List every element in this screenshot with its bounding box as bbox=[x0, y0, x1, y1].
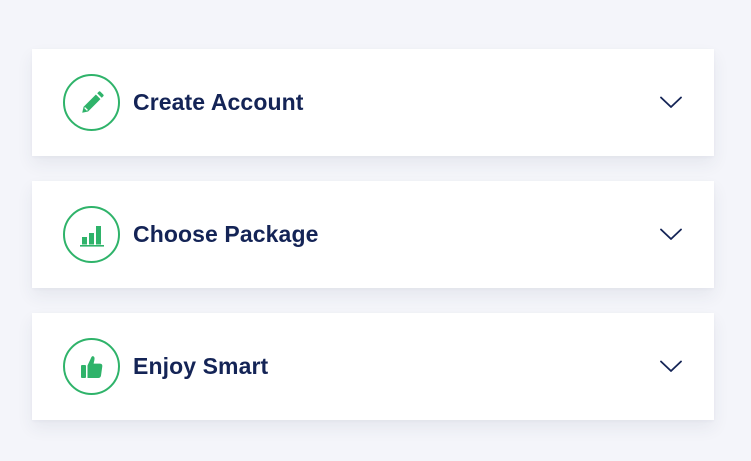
accordion-item-create-account[interactable]: Create Account bbox=[32, 49, 714, 156]
accordion-item-enjoy-smart[interactable]: Enjoy Smart bbox=[32, 313, 714, 420]
thumbs-up-icon-badge bbox=[63, 338, 120, 395]
chevron-down-icon[interactable] bbox=[660, 96, 682, 110]
chevron-down-icon[interactable] bbox=[660, 228, 682, 242]
accordion-item-title: Choose Package bbox=[133, 221, 319, 247]
accordion-item-choose-package[interactable]: Choose Package bbox=[32, 181, 714, 288]
bar-chart-icon bbox=[79, 225, 104, 247]
bar-chart-icon-badge bbox=[63, 206, 120, 263]
accordion-item-title: Enjoy Smart bbox=[133, 353, 269, 379]
steps-accordion: Create Account Choose Package Enjoy Smar… bbox=[32, 49, 714, 420]
chevron-down-icon[interactable] bbox=[660, 360, 682, 374]
accordion-item-title: Create Account bbox=[133, 89, 304, 115]
pencil-icon bbox=[81, 90, 104, 113]
pencil-icon-badge bbox=[63, 74, 120, 131]
thumbs-up-icon bbox=[80, 355, 102, 378]
